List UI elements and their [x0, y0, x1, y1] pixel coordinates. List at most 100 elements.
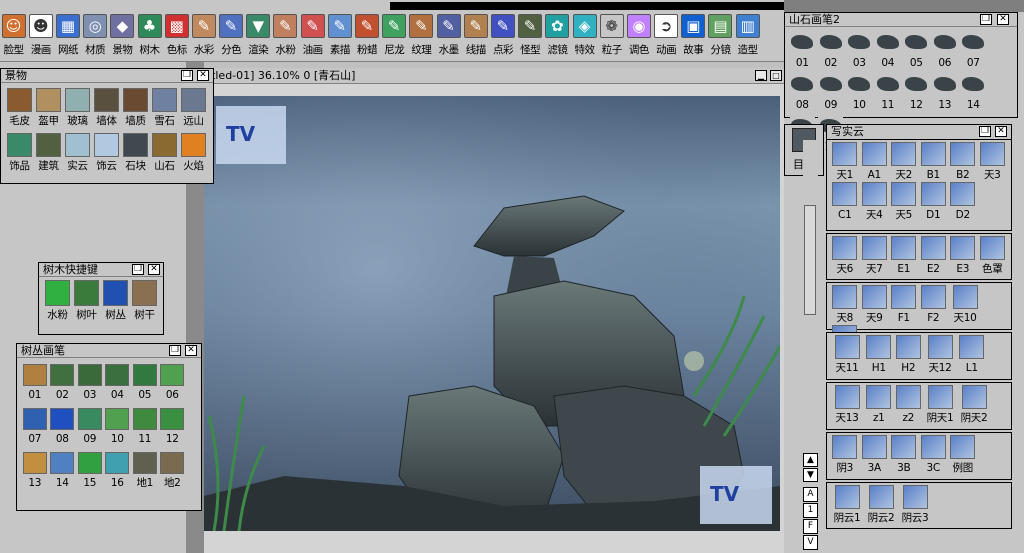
bush-item[interactable]: 09 [76, 408, 104, 446]
cloud-item[interactable]: F2 [919, 285, 949, 325]
bush-item[interactable]: 03 [76, 364, 104, 402]
maximize-button[interactable]: □ [770, 70, 782, 81]
cloud-item[interactable]: A1 [860, 142, 890, 182]
bush-item[interactable]: 13 [21, 452, 49, 490]
minimize-button[interactable]: ▁ [755, 70, 767, 81]
rock-brush-item[interactable]: 01 [788, 30, 817, 70]
bush-item[interactable]: 04 [104, 364, 132, 402]
rock-brush-item[interactable]: 11 [874, 72, 903, 112]
scenery-item[interactable]: 建筑 [34, 133, 63, 173]
tool-button-0[interactable]: ☺ 脸型 [0, 14, 27, 62]
cloud-item[interactable]: 阴天1 [923, 385, 957, 425]
tool-button-24[interactable]: ➲ 动画 [653, 14, 680, 62]
cloud-item[interactable]: 阴云3 [898, 485, 932, 525]
rock-brush-item[interactable]: 14 [959, 72, 988, 112]
cloud-item[interactable]: D1 [919, 182, 949, 222]
bush-item[interactable]: 08 [49, 408, 77, 446]
view-mode-button[interactable]: 1 [803, 503, 818, 518]
cloud-item[interactable]: 阴3 [830, 435, 860, 475]
bush-item[interactable]: 16 [104, 452, 132, 490]
cloud-item[interactable]: 天3 [978, 142, 1008, 182]
cloud-item[interactable]: z1 [864, 385, 894, 425]
rock-brush-item[interactable]: 09 [817, 72, 846, 112]
restore-button[interactable]: ❐ [181, 70, 193, 81]
scenery-item[interactable]: 墙体 [92, 88, 121, 128]
rock-brush-item[interactable]: 07 [959, 30, 988, 70]
view-mode-button[interactable]: V [803, 535, 818, 550]
rock-brush-item[interactable]: 05 [902, 30, 931, 70]
bush-item[interactable]: 06 [159, 364, 187, 402]
tool-button-11[interactable]: ✎ 油画 [299, 14, 326, 62]
tool-button-14[interactable]: ✎ 尼龙 [381, 14, 408, 62]
scenery-item[interactable]: 雪石 [150, 88, 179, 128]
scroll-up-arrow-icon[interactable]: ▲ [803, 453, 818, 467]
scenery-item[interactable]: 盔甲 [34, 88, 63, 128]
restore-button[interactable]: ❐ [980, 14, 992, 25]
bush-item[interactable]: 地1 [131, 452, 159, 490]
tool-button-23[interactable]: ◉ 调色 [625, 14, 652, 62]
cloud-item[interactable]: 阴天2 [957, 385, 991, 425]
cloud-item[interactable]: 阴云1 [830, 485, 864, 525]
close-button[interactable]: ✕ [185, 345, 197, 356]
cloud-item[interactable]: L1 [957, 335, 987, 375]
cloud-item[interactable]: 色罩 [978, 236, 1008, 276]
scenery-item[interactable]: 火焰 [179, 133, 208, 173]
cloud-item[interactable]: E3 [948, 236, 978, 276]
restore-button[interactable]: ❐ [132, 264, 144, 275]
bush-item[interactable]: 10 [104, 408, 132, 446]
cloud-item[interactable]: 天12 [923, 335, 957, 375]
view-mode-button[interactable]: A [803, 487, 818, 502]
cloud-item[interactable]: E1 [889, 236, 919, 276]
tool-button-2[interactable]: ▦ 网纸 [54, 14, 81, 62]
rock-brush-item[interactable]: 04 [874, 30, 903, 70]
scenery-item[interactable]: 饰品 [5, 133, 34, 173]
scenery-item[interactable]: 毛皮 [5, 88, 34, 128]
tool-button-6[interactable]: ▩ 色标 [163, 14, 190, 62]
cloud-item[interactable]: 天5 [889, 182, 919, 222]
bush-item[interactable]: 05 [131, 364, 159, 402]
cloud-item[interactable]: B2 [948, 142, 978, 182]
cloud-item[interactable]: 阴云2 [864, 485, 898, 525]
cloud-item[interactable]: C1 [830, 182, 860, 222]
tool-button-21[interactable]: ◈ 特效 [571, 14, 598, 62]
cloud-item[interactable]: 例图 [948, 435, 978, 475]
close-button[interactable]: ✕ [995, 126, 1007, 137]
cloud-item[interactable]: 3C [919, 435, 949, 475]
tree-quick-item[interactable]: 水粉 [43, 280, 72, 322]
tool-button-8[interactable]: ✎ 分色 [218, 14, 245, 62]
tool-button-9[interactable]: ▼ 渲染 [245, 14, 272, 62]
scroll-thumb[interactable] [804, 205, 816, 315]
scenery-item[interactable]: 远山 [179, 88, 208, 128]
rock-brush-item[interactable]: 12 [902, 72, 931, 112]
cloud-item[interactable]: 天13 [830, 385, 864, 425]
cloud-item[interactable]: 天8 [830, 285, 860, 325]
tool-button-20[interactable]: ✿ 滤镜 [544, 14, 571, 62]
bush-item[interactable]: 15 [76, 452, 104, 490]
rock-brush-item[interactable]: 02 [817, 30, 846, 70]
tree-quick-item[interactable]: 树叶 [72, 280, 101, 322]
rock-brush-item[interactable]: 13 [931, 72, 960, 112]
tool-button-13[interactable]: ✎ 粉蜡 [353, 14, 380, 62]
cloud-item[interactable]: H2 [894, 335, 924, 375]
cloud-item[interactable]: 天4 [860, 182, 890, 222]
rock-brush-item[interactable]: 06 [931, 30, 960, 70]
cloud-item[interactable]: E2 [919, 236, 949, 276]
close-button[interactable]: ✕ [148, 264, 160, 275]
tool-button-22[interactable]: ❁ 粒子 [598, 14, 625, 62]
restore-button[interactable]: ❐ [169, 345, 181, 356]
rock-brush-item[interactable]: 10 [845, 72, 874, 112]
cloud-item[interactable]: 天6 [830, 236, 860, 276]
tool-button-19[interactable]: ✎ 怪型 [517, 14, 544, 62]
rock-brush-item[interactable]: 03 [845, 30, 874, 70]
tree-quick-item[interactable]: 树丛 [101, 280, 130, 322]
cloud-item[interactable]: F1 [889, 285, 919, 325]
restore-button[interactable]: ❐ [979, 126, 991, 137]
cloud-item[interactable]: 3A [860, 435, 890, 475]
bush-item[interactable]: 12 [159, 408, 187, 446]
close-button[interactable]: ✕ [997, 14, 1009, 25]
cloud-item[interactable]: 天11 [830, 335, 864, 375]
tool-button-7[interactable]: ✎ 水彩 [190, 14, 217, 62]
bush-item[interactable]: 地2 [159, 452, 187, 490]
tool-button-18[interactable]: ✎ 点彩 [489, 14, 516, 62]
scroll-down-arrow-icon[interactable]: ▼ [803, 468, 818, 482]
